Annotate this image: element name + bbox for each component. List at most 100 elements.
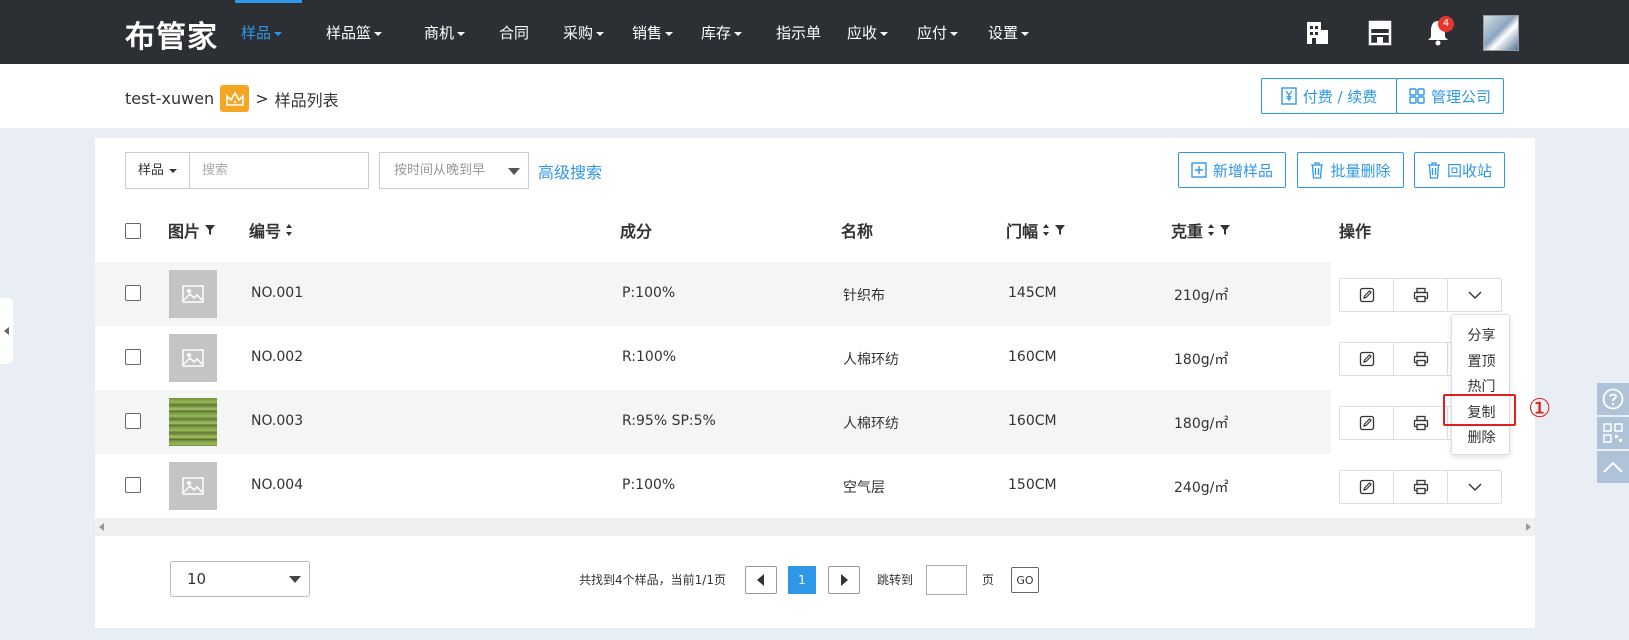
- printer-icon: [1413, 415, 1428, 431]
- cell-code[interactable]: NO.001: [251, 285, 303, 301]
- image-placeholder-icon: [182, 477, 204, 495]
- add-sample-button[interactable]: 新增样品: [1178, 152, 1286, 188]
- nav-item-opportunity[interactable]: 商机: [424, 0, 466, 64]
- pay-renew-button[interactable]: 付费 / 续费: [1261, 78, 1397, 114]
- menu-item-share[interactable]: 分享: [1452, 325, 1511, 345]
- cell-code[interactable]: NO.003: [251, 413, 303, 429]
- sample-thumbnail[interactable]: [169, 462, 217, 510]
- nav-item-samples[interactable]: 样品: [241, 0, 283, 64]
- nav-item-sales[interactable]: 销售: [632, 0, 674, 64]
- trash-icon: [1311, 161, 1324, 179]
- chevron-down-icon: [1468, 483, 1481, 491]
- row-actions: [1339, 470, 1502, 504]
- more-button[interactable]: [1448, 279, 1501, 311]
- avatar[interactable]: [1483, 15, 1519, 51]
- filter-icon[interactable]: [1219, 224, 1231, 236]
- search-input[interactable]: [189, 152, 369, 189]
- manage-company-button[interactable]: 管理公司: [1396, 78, 1504, 114]
- breadcrumb-separator: >: [255, 89, 269, 108]
- print-button[interactable]: [1394, 407, 1448, 439]
- breadcrumb: test-xuwen > 样品列表: [125, 85, 339, 112]
- nav-item-purchase[interactable]: 采购: [563, 0, 605, 64]
- cell-weight: 180g/㎡: [1174, 352, 1229, 368]
- go-button[interactable]: GO: [1011, 567, 1039, 593]
- sort-select[interactable]: 按时间从晚到早: [379, 152, 529, 189]
- printer-icon: [1413, 351, 1428, 367]
- menu-item-delete[interactable]: 删除: [1452, 427, 1511, 447]
- cell-width: 160CM: [1008, 413, 1057, 429]
- nav-item-instruction[interactable]: 指示单: [776, 0, 821, 64]
- top-nav: 布管家 样品 样品篮 商机 合同 采购 销售 库存 指示单 应收 应付 设置 4: [0, 0, 1629, 64]
- row-checkbox[interactable]: [125, 477, 141, 493]
- edit-button[interactable]: [1340, 279, 1394, 311]
- sample-thumbnail[interactable]: [169, 398, 217, 446]
- scroll-left-icon[interactable]: [99, 523, 105, 531]
- column-header-composition: 成分: [620, 222, 653, 241]
- nav-item-contract[interactable]: 合同: [499, 0, 529, 64]
- next-page-button[interactable]: [828, 566, 860, 594]
- breadcrumb-company[interactable]: test-xuwen: [125, 89, 214, 108]
- row-checkbox[interactable]: [125, 349, 141, 365]
- sample-thumbnail[interactable]: [169, 334, 217, 382]
- printer-icon: [1413, 479, 1428, 495]
- sort-icon[interactable]: [285, 223, 293, 237]
- store-icon[interactable]: [1366, 18, 1394, 46]
- prev-page-button[interactable]: [745, 566, 777, 594]
- print-button[interactable]: [1394, 279, 1448, 311]
- type-select[interactable]: 样品: [125, 152, 190, 189]
- yen-doc-icon: [1281, 87, 1297, 105]
- select-all-checkbox[interactable]: [125, 223, 141, 239]
- sort-icon[interactable]: [1042, 223, 1050, 237]
- row-checkbox[interactable]: [125, 285, 141, 301]
- app-logo[interactable]: 布管家: [125, 12, 218, 56]
- advanced-search-link[interactable]: 高级搜索: [538, 159, 602, 183]
- column-header-weight[interactable]: 克重: [1171, 218, 1231, 242]
- edit-button[interactable]: [1340, 343, 1394, 375]
- menu-item-pin[interactable]: 置顶: [1452, 351, 1511, 371]
- nav-item-receivable[interactable]: 应收: [847, 0, 889, 64]
- nav-item-settings[interactable]: 设置: [988, 0, 1030, 64]
- caret-down-icon: [374, 31, 383, 36]
- nav-item-sample-basket[interactable]: 样品篮: [326, 0, 383, 64]
- batch-delete-button[interactable]: 批量删除: [1297, 152, 1404, 188]
- cell-code[interactable]: NO.004: [251, 477, 303, 493]
- nav-item-payable[interactable]: 应付: [917, 0, 959, 64]
- scroll-right-icon[interactable]: [1525, 523, 1531, 531]
- page-1-button[interactable]: 1: [788, 566, 816, 594]
- triangle-left-icon: [4, 327, 9, 335]
- column-header-code[interactable]: 编号: [249, 218, 293, 242]
- row-checkbox[interactable]: [125, 413, 141, 429]
- filter-icon[interactable]: [1054, 224, 1066, 236]
- sample-thumbnail[interactable]: [169, 270, 217, 318]
- qrcode-button[interactable]: [1597, 417, 1629, 449]
- filter-icon[interactable]: [204, 224, 216, 236]
- jump-page-input[interactable]: [926, 565, 967, 595]
- edit-icon: [1359, 479, 1374, 495]
- jump-label: 跳转到: [877, 573, 914, 587]
- highlight-box: [1443, 394, 1516, 426]
- back-to-top-button[interactable]: [1597, 451, 1629, 483]
- page-size-select[interactable]: 10: [170, 561, 310, 597]
- sort-icon[interactable]: [1207, 223, 1215, 237]
- sidebar-toggle[interactable]: [0, 298, 13, 364]
- cell-name: 针织布: [843, 288, 885, 304]
- column-header-image: 图片: [168, 218, 216, 242]
- recycle-bin-button[interactable]: 回收站: [1414, 152, 1505, 188]
- print-button[interactable]: [1394, 343, 1448, 375]
- edit-button[interactable]: [1340, 407, 1394, 439]
- column-header-width[interactable]: 门幅: [1006, 218, 1066, 242]
- caret-down-icon: [169, 168, 178, 173]
- nav-item-inventory[interactable]: 库存: [701, 0, 743, 64]
- edit-button[interactable]: [1340, 471, 1394, 503]
- menu-item-hot[interactable]: 热门: [1452, 376, 1511, 396]
- print-button[interactable]: [1394, 471, 1448, 503]
- cell-name: 人棉环纺: [843, 352, 899, 368]
- horizontal-scrollbar[interactable]: [95, 518, 1535, 536]
- cell-code[interactable]: NO.002: [251, 349, 303, 365]
- help-button[interactable]: [1597, 383, 1629, 415]
- caret-down-icon: [950, 31, 959, 36]
- building-icon[interactable]: [1303, 18, 1331, 46]
- chevron-down-icon: [1468, 291, 1481, 299]
- cell-name: 人棉环纺: [843, 416, 899, 432]
- more-button[interactable]: [1448, 471, 1501, 503]
